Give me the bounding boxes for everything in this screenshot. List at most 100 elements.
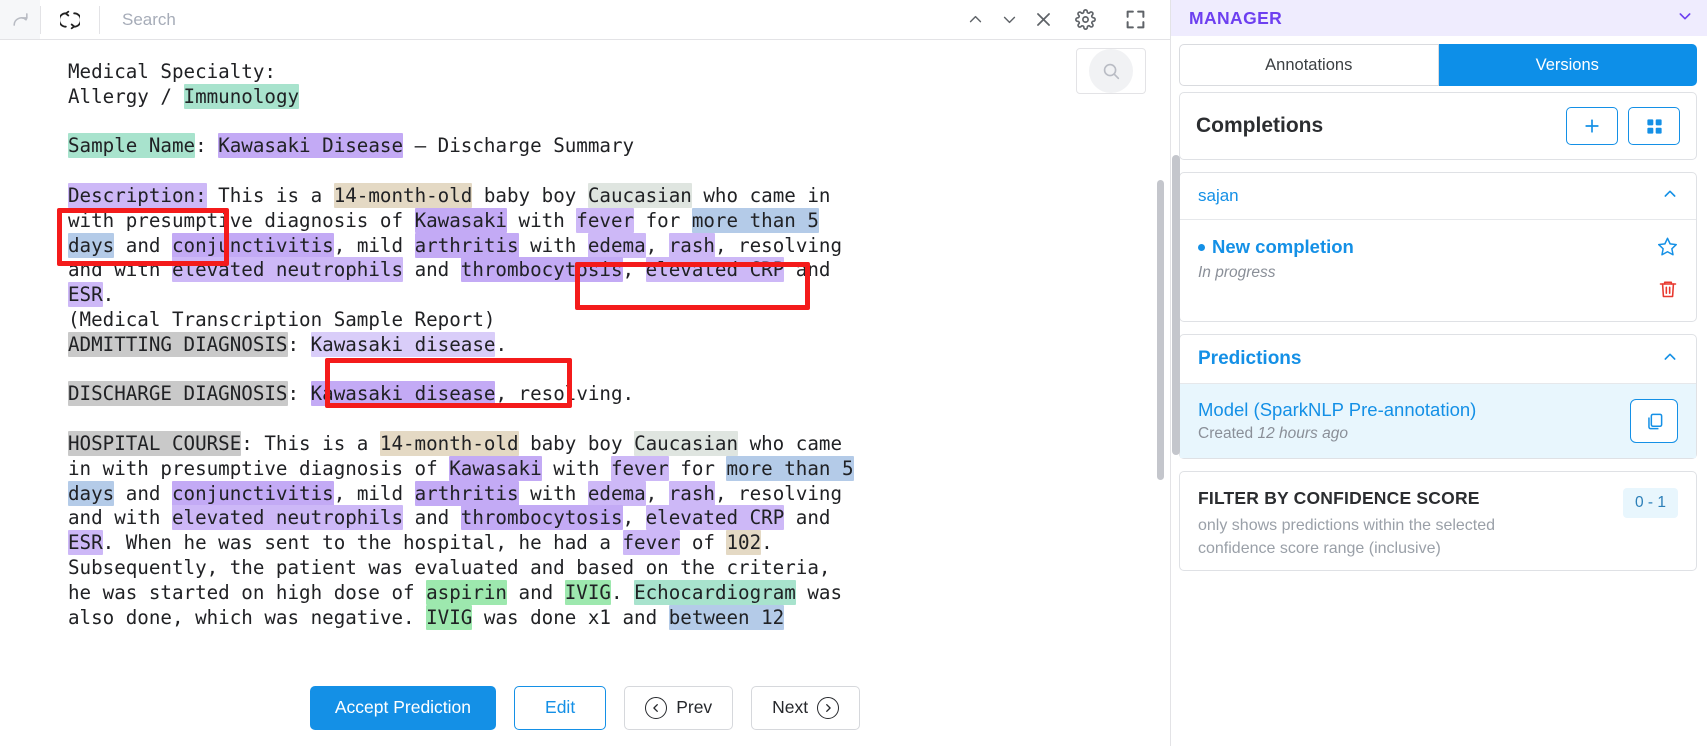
entity-highlight[interactable]: Kawasaki (449, 455, 542, 481)
completion-title-row[interactable]: New completion (1198, 236, 1657, 258)
completion-user-row[interactable]: sajan (1180, 173, 1696, 220)
entity-highlight[interactable]: Description: (68, 182, 207, 208)
entity-highlight[interactable]: Kawasaki disease (310, 331, 496, 357)
entity-highlight[interactable]: HOSPITAL COURSE (68, 430, 242, 456)
entity-highlight[interactable]: edema (587, 232, 646, 258)
action-bar: Accept Prediction Edit Prev Next (0, 668, 1170, 746)
entity-highlight[interactable]: 14-month-old (333, 182, 473, 208)
document-line: and with elevated neutrophils and thromb… (68, 505, 831, 531)
edit-button[interactable]: Edit (514, 685, 607, 730)
entity-highlight[interactable]: ESR (68, 530, 103, 556)
search-input[interactable] (122, 9, 958, 30)
entity-highlight[interactable]: days (68, 480, 115, 506)
document-text[interactable]: Medical Specialty: Allergy / Immunology … (0, 40, 1170, 668)
entity-highlight[interactable]: more than 5 (691, 207, 819, 233)
entity-highlight[interactable]: thrombocytosis (460, 257, 623, 283)
entity-highlight[interactable]: arthritis (414, 480, 519, 506)
predictions-header[interactable]: Predictions (1180, 335, 1696, 384)
entity-highlight[interactable]: conjunctivitis (171, 232, 334, 258)
entity-highlight[interactable]: ESR (68, 282, 103, 308)
entity-highlight[interactable]: rash (668, 480, 715, 506)
entity-highlight[interactable]: Kawasaki disease (310, 381, 496, 407)
entity-highlight[interactable]: Echocardiogram (634, 579, 796, 605)
entity-highlight[interactable]: days (68, 232, 115, 258)
confidence-range-badge[interactable]: 0 - 1 (1622, 488, 1678, 518)
document-line: (Medical Transcription Sample Report) (68, 307, 496, 331)
entity-highlight[interactable]: Immunology (183, 83, 300, 109)
entity-highlight[interactable]: ADMITTING DIAGNOSIS (68, 331, 288, 357)
prediction-created: Created 12 hours ago (1198, 425, 1476, 443)
chevron-right-circle-icon (817, 696, 840, 719)
search-field-wrapper[interactable] (100, 0, 958, 39)
chevron-down-icon[interactable] (992, 0, 1026, 39)
entity-highlight[interactable]: edema (587, 480, 646, 506)
entity-highlight[interactable]: IVIG (564, 579, 611, 605)
next-button[interactable]: Next (751, 685, 861, 730)
entity-highlight[interactable]: Sample Name (68, 133, 196, 159)
entity-highlight[interactable]: elevated neutrophils (171, 505, 404, 531)
panel-tabs: Annotations Versions (1171, 36, 1707, 92)
prediction-item[interactable]: Model (SparkNLP Pre-annotation) Created … (1180, 384, 1696, 458)
entity-highlight[interactable]: Caucasian (634, 430, 739, 456)
entity-highlight[interactable]: aspirin (426, 579, 507, 605)
magnifier-control[interactable] (1076, 48, 1146, 94)
manager-bar[interactable]: MANAGER (1171, 0, 1707, 36)
completion-card: sajan New completion In progress (1179, 172, 1697, 322)
document-line: also done, which was negative. IVIG was … (68, 604, 785, 630)
close-icon[interactable] (1026, 0, 1060, 39)
entity-highlight[interactable]: more than 5 (726, 455, 854, 481)
tab-annotations[interactable]: Annotations (1179, 44, 1439, 86)
entity-highlight[interactable]: elevated CRP (645, 257, 785, 283)
completions-title: Completions (1196, 114, 1324, 137)
entity-highlight[interactable]: elevated neutrophils (171, 257, 404, 283)
document-line (68, 110, 1110, 135)
document-line (68, 159, 1110, 184)
accept-prediction-button[interactable]: Accept Prediction (309, 685, 497, 730)
document-scrollbar-thumb[interactable] (1157, 180, 1164, 480)
trash-icon[interactable] (1658, 279, 1678, 305)
edit-label: Edit (545, 697, 576, 717)
document-line: Allergy / Immunology (68, 83, 300, 109)
prev-button[interactable]: Prev (624, 685, 734, 730)
document-line: and with elevated neutrophils and thromb… (68, 257, 831, 283)
entity-highlight[interactable]: elevated CRP (645, 505, 785, 531)
entity-highlight[interactable]: arthritis (414, 232, 519, 258)
document-viewport[interactable]: Medical Specialty: Allergy / Immunology … (0, 40, 1170, 668)
chevron-down-icon[interactable] (1677, 8, 1693, 28)
chevron-up-icon[interactable] (1662, 186, 1678, 206)
entity-highlight[interactable]: rash (668, 232, 715, 258)
fullscreen-icon[interactable] (1110, 0, 1160, 39)
entity-highlight[interactable]: 102 (726, 530, 762, 556)
star-icon[interactable] (1657, 236, 1678, 263)
grid-view-button[interactable] (1628, 107, 1680, 145)
redo-arrow-icon[interactable] (0, 0, 40, 39)
entity-highlight[interactable]: thrombocytosis (460, 505, 623, 531)
panel-scrollbar[interactable] (1172, 110, 1180, 746)
entity-highlight[interactable]: DISCHARGE DIAGNOSIS (68, 381, 288, 407)
document-line: Medical Specialty: (68, 60, 276, 83)
chevron-up-icon[interactable] (1662, 349, 1678, 369)
entity-highlight[interactable]: fever (622, 530, 681, 556)
document-line: ADMITTING DIAGNOSIS: Kawasaki disease. (68, 331, 508, 357)
copy-icon[interactable] (1630, 399, 1678, 443)
entity-highlight[interactable]: Caucasian (587, 182, 692, 208)
chevron-up-icon[interactable] (958, 0, 992, 39)
toolbar-icon-group (958, 0, 1170, 39)
panel-scrollbar-thumb[interactable] (1172, 155, 1180, 455)
entity-highlight[interactable]: IVIG (426, 604, 473, 630)
add-completion-button[interactable] (1566, 107, 1618, 145)
entity-highlight[interactable]: Kawasaki (414, 207, 507, 233)
refresh-icon[interactable] (41, 0, 99, 39)
entity-highlight[interactable]: conjunctivitis (171, 480, 334, 506)
entity-highlight[interactable]: fever (610, 455, 669, 481)
gear-icon[interactable] (1060, 0, 1110, 39)
next-label: Next (772, 697, 809, 717)
entity-highlight[interactable]: between 12 (668, 604, 785, 630)
app-root: Medical Specialty: Allergy / Immunology … (0, 0, 1707, 746)
panel-scroll-area[interactable]: Completions sajan New completion In prog… (1171, 92, 1707, 746)
tab-versions[interactable]: Versions (1438, 44, 1697, 86)
entity-highlight[interactable]: fever (576, 207, 635, 233)
entity-highlight[interactable]: Kawasaki Disease (218, 133, 404, 159)
entity-highlight[interactable]: 14-month-old (379, 430, 519, 456)
document-scrollbar[interactable] (1157, 40, 1164, 668)
